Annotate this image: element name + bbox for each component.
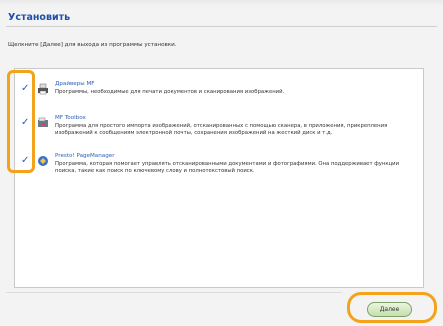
item-title: Драйверы MF: [55, 81, 95, 87]
component-list: ✓ Драйверы MF Программы, необходимые для…: [14, 68, 424, 288]
item-description: Программа, которая помогает управлять от…: [55, 161, 400, 174]
top-strip: [0, 0, 443, 6]
pagemanager-icon: [38, 156, 48, 166]
list-item-presto-pagemanager[interactable]: ✓ Presto! PageManager Программа, которая…: [15, 151, 423, 181]
item-title: MF Toolbox: [55, 115, 86, 121]
item-description: Программа для простого импорта изображен…: [55, 123, 388, 136]
footer-divider: [6, 292, 342, 293]
item-description: Программы, необходимые для печати докуме…: [55, 89, 285, 95]
installer-window: Установить Щелкните [Далее] для выхода и…: [0, 0, 443, 326]
checkbox-highlight: [7, 70, 35, 173]
header-divider: [6, 26, 437, 27]
item-title: Presto! PageManager: [55, 153, 115, 159]
list-item-mf-drivers[interactable]: ✓ Драйверы MF Программы, необходимые для…: [15, 79, 423, 109]
instruction-text: Щелкните [Далее] для выхода из программы…: [8, 42, 177, 48]
page-title: Установить: [8, 12, 71, 23]
toolbox-icon: [38, 117, 48, 127]
next-button[interactable]: Далее: [367, 302, 412, 317]
printer-icon: [38, 83, 48, 95]
list-item-mf-toolbox[interactable]: ✓ MF Toolbox Программа для простого импо…: [15, 113, 423, 143]
